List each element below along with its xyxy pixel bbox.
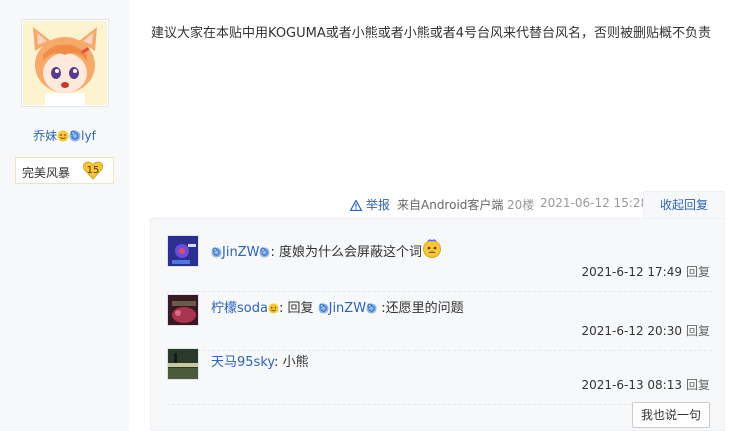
- collapse-replies-button[interactable]: 收起回复: [643, 191, 725, 219]
- author-sidebar: 乔妹 lyf 完美风暴 15: [0, 0, 129, 431]
- reply-text: : 度娘为什么会屏蔽这个词: [270, 245, 422, 260]
- reply-panel: JinZW : 度娘为什么会屏蔽这个词 2021-6-12 17:49 回复 柠檬s…: [150, 218, 725, 431]
- emoji-icon: [268, 303, 279, 318]
- post-source: 来自Android客户端: [397, 198, 504, 212]
- author-name-suffix: lyf: [81, 129, 96, 143]
- reply-avatar[interactable]: [167, 294, 199, 326]
- author-username[interactable]: 乔妹 lyf: [0, 127, 129, 145]
- reply-username[interactable]: JinZW: [222, 245, 259, 260]
- reply-item: 天马95sky: 小熊 2021-6-13 08:13 回复: [167, 348, 712, 405]
- reply-button[interactable]: 回复: [686, 324, 710, 338]
- swirl-icon: [211, 247, 222, 262]
- reply-text: :还愿里的问题: [377, 301, 464, 316]
- warning-icon: [349, 199, 363, 212]
- level-badge[interactable]: 完美风暴 15: [15, 157, 114, 184]
- reply-time: 2021-6-12 20:30: [581, 324, 682, 338]
- reply-meta: 2021-6-12 17:49 回复: [581, 263, 710, 280]
- reply-avatar[interactable]: [167, 235, 199, 267]
- reply-button[interactable]: 回复: [686, 378, 710, 392]
- reply-meta: 2021-6-12 20:30 回复: [581, 322, 710, 339]
- reply-item: 柠檬soda : 回复 JinZW :还愿里的问题 2021-6-12 20:30…: [167, 294, 712, 351]
- confused-emoji-icon: [422, 238, 442, 262]
- emoji-icon: [57, 130, 69, 145]
- reply-button[interactable]: 回复: [686, 265, 710, 279]
- reply-username[interactable]: 天马95sky: [211, 355, 274, 370]
- swirl-icon: [366, 303, 377, 318]
- reply-mention[interactable]: JinZW: [329, 301, 366, 316]
- reply-avatar[interactable]: [167, 348, 199, 380]
- level-number: 15: [87, 165, 100, 176]
- post-floor: 20楼: [507, 198, 535, 212]
- reply-item: JinZW : 度娘为什么会屏蔽这个词 2021-6-12 17:49 回复: [167, 235, 712, 292]
- reply-text: : 小熊: [274, 355, 309, 370]
- level-heart-icon: 15: [83, 161, 103, 180]
- report-link[interactable]: 举报: [349, 196, 390, 213]
- post-time: 2021-06-12 15:28: [540, 196, 649, 210]
- author-avatar[interactable]: [21, 19, 109, 107]
- say-something-button[interactable]: 我也说一句: [632, 402, 710, 428]
- swirl-icon: [69, 130, 81, 145]
- reply-time: 2021-6-12 17:49: [581, 265, 682, 279]
- avatar-image: [23, 21, 107, 105]
- reply-meta: 2021-6-13 08:13 回复: [581, 376, 710, 393]
- level-title: 完美风暴: [22, 166, 71, 180]
- reply-text-pre: : 回复: [278, 301, 318, 316]
- reply-username[interactable]: 柠檬soda: [211, 301, 268, 316]
- swirl-icon: [259, 247, 270, 262]
- swirl-icon: [318, 303, 329, 318]
- report-label: 举报: [365, 198, 390, 212]
- post-content: 建议大家在本贴中用KOGUMA或者小熊或者小熊或者4号台风来代替台风名，否则被删…: [151, 26, 712, 41]
- author-name-text: 乔妹: [33, 129, 58, 143]
- reply-time: 2021-6-13 08:13: [581, 378, 682, 392]
